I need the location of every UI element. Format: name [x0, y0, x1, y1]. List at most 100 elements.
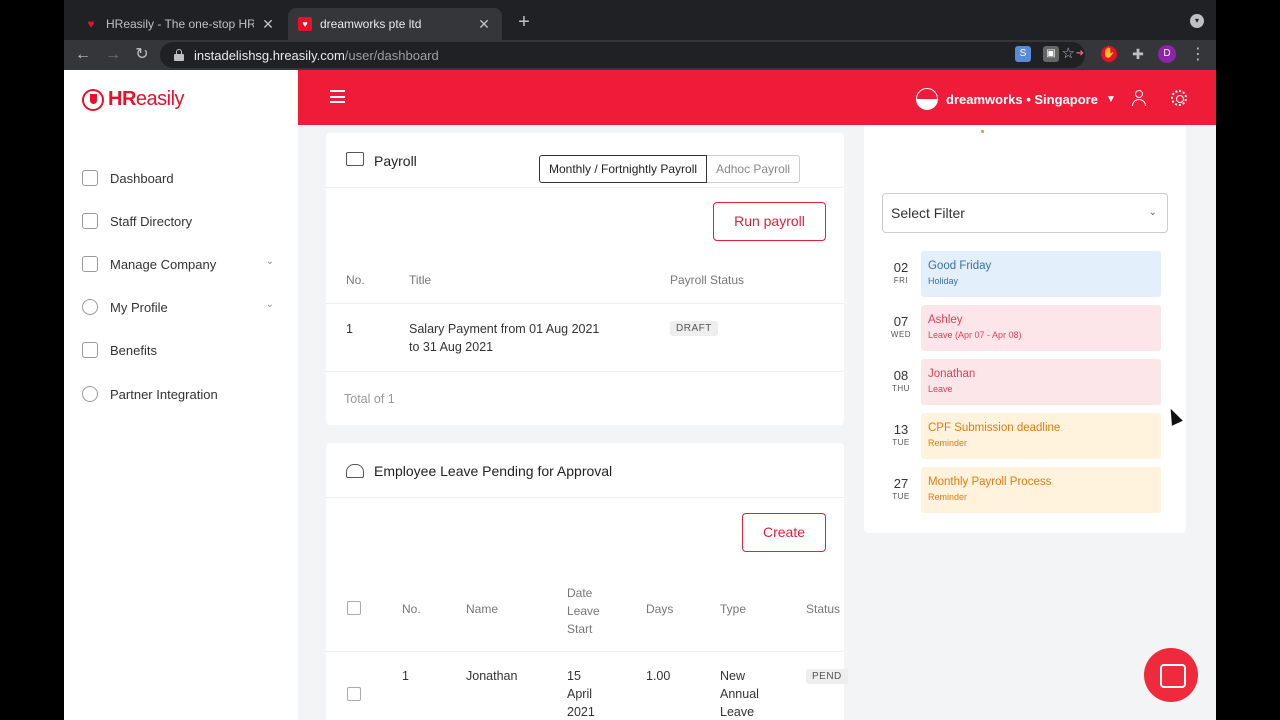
create-leave-button[interactable]: Create — [742, 513, 826, 552]
event-item[interactable]: CPF Submission deadline Reminder — [921, 413, 1161, 459]
column-header-no: No. — [402, 602, 421, 616]
chevron-down-icon: ▼ — [1105, 93, 1116, 105]
sidebar-item-staff-directory[interactable]: Staff Directory — [82, 209, 282, 233]
chat-support-button[interactable] — [1144, 648, 1198, 702]
event-filter-select[interactable]: Select Filter ⌄ — [882, 193, 1168, 233]
row-no: 1 — [346, 322, 353, 336]
hamburger-menu-icon[interactable] — [330, 90, 345, 103]
tab-title: HReasily - The one-stop HR so — [106, 17, 254, 31]
browser-menu-icon[interactable]: ⋮ — [1190, 44, 1206, 66]
sidebar-item-dashboard[interactable]: Dashboard — [82, 166, 282, 190]
address-bar[interactable]: instadelishsg.hreasily.com/user/dashboar… — [160, 42, 1085, 68]
calendar-day[interactable]: 29 — [1052, 125, 1076, 126]
integration-icon — [82, 386, 98, 402]
row-checkbox[interactable] — [347, 687, 361, 701]
tab-monthly-payroll[interactable]: Monthly / Fortnightly Payroll — [539, 155, 708, 183]
column-header-type: Type — [720, 602, 747, 616]
tab-title: dreamworks pte ltd — [320, 17, 422, 31]
run-payroll-button[interactable]: Run payroll — [713, 202, 826, 241]
sidebar-item-benefits[interactable]: Benefits — [82, 338, 282, 362]
new-tab-icon[interactable]: + — [514, 10, 534, 34]
event-item[interactable]: Monthly Payroll Process Reminder — [921, 467, 1161, 513]
sidebar-item-label: Dashboard — [110, 170, 174, 186]
column-header-date-leave-start: Date Leave Start — [567, 586, 600, 636]
hreasily-favicon-icon: ♥ — [87, 17, 95, 31]
logo-icon — [82, 88, 104, 111]
extension-hand-icon[interactable]: ✋ — [1101, 46, 1117, 62]
close-icon[interactable]: ✕ — [260, 16, 276, 33]
sidebar: HReasily Dashboard Staff Directory Manag… — [64, 70, 298, 720]
calendar-day[interactable]: 28 — [1011, 125, 1035, 126]
profile-avatar[interactable]: D — [1158, 45, 1176, 63]
main-content: Payroll Monthly / Fortnightly Payroll Ad… — [298, 125, 1216, 720]
event-date: 07 WED — [890, 314, 912, 339]
extension-arrow-icon[interactable]: ➜ — [1072, 46, 1088, 62]
payroll-card: Payroll Monthly / Fortnightly Payroll Ad… — [326, 133, 844, 425]
reload-icon[interactable]: ↻ — [131, 44, 153, 66]
url-host: instadelishsg.hreasily.com — [194, 47, 345, 63]
status-badge: PEND — [806, 669, 848, 684]
sidebar-item-manage-company[interactable]: Manage Company ⌄ — [82, 252, 282, 276]
browser-tab-hreasily[interactable]: ♥ HReasily - The one-stop HR so ✕ — [74, 8, 286, 40]
payroll-title-link[interactable]: Salary Payment from 01 Aug 2021 to 31 Aug… — [409, 320, 649, 356]
calendar-day[interactable]: 25 — [890, 125, 914, 126]
gear-icon[interactable] — [1171, 90, 1187, 106]
column-header-name: Name — [466, 602, 499, 616]
browser-toolbar: ← → ↻ instadelishsg.hreasily.com/user/da… — [64, 40, 1216, 70]
calendar-day[interactable]: 26 — [930, 125, 954, 126]
logo-text: HReasily — [108, 88, 185, 110]
close-icon[interactable]: ✕ — [476, 16, 492, 33]
tab-adhoc-payroll[interactable]: Adhoc Payroll — [707, 155, 801, 183]
directory-icon — [82, 213, 98, 229]
event-date: 13 TUE — [892, 422, 910, 447]
status-badge: DRAFT — [670, 321, 718, 336]
column-header-days: Days — [646, 602, 674, 616]
payroll-icon — [346, 152, 364, 166]
dashboard-icon — [82, 170, 98, 186]
extension-window-icon[interactable]: ▣ — [1043, 46, 1059, 62]
column-header-status: Status — [806, 602, 841, 616]
building-icon — [82, 256, 98, 272]
logo[interactable]: HReasily — [82, 88, 185, 111]
row-no: 1 — [402, 669, 409, 683]
hreasily-favicon-icon: ♥ — [298, 17, 312, 31]
user-icon[interactable] — [1131, 90, 1147, 106]
payroll-total: Total of 1 — [344, 392, 395, 406]
person-icon — [82, 299, 98, 315]
employee-name: Jonathan — [466, 669, 518, 683]
column-header-no: No. — [346, 273, 365, 287]
calendar-day[interactable]: 27 — [971, 125, 995, 126]
leave-approval-card: Employee Leave Pending for Approval Crea… — [326, 443, 848, 720]
app-header: dreamworks • Singapore ▼ — [298, 70, 1216, 125]
event-date: 02 FRI — [893, 260, 909, 285]
card-title: Employee Leave Pending for Approval — [374, 463, 613, 479]
chevron-down-icon: ⌄ — [265, 299, 274, 310]
company-switcher[interactable]: dreamworks • Singapore ▼ — [916, 88, 1116, 110]
extensions-puzzle-icon[interactable]: ✚ — [1130, 46, 1146, 62]
card-title: Payroll — [374, 153, 417, 169]
event-item[interactable]: Ashley Leave (Apr 07 - Apr 08) — [921, 305, 1161, 351]
select-all-checkbox[interactable] — [347, 601, 361, 615]
sidebar-item-label: Manage Company — [110, 256, 217, 272]
calendar-panel: 25 26 27 28 29 30 Select Filter ⌄ 02FRI … — [864, 125, 1186, 533]
singapore-flag-icon — [916, 88, 938, 110]
back-icon[interactable]: ← — [72, 44, 94, 66]
event-item[interactable]: Good Friday Holiday — [921, 251, 1161, 297]
sidebar-item-label: My Profile — [110, 299, 168, 315]
tab-search-icon[interactable]: ▾ — [1190, 14, 1204, 28]
calendar-day[interactable]: 30 — [1093, 125, 1117, 126]
column-header-title: Title — [409, 273, 432, 287]
event-item[interactable]: Jonathan Leave — [921, 359, 1161, 405]
screen: ♥ HReasily - The one-stop HR so ✕ ♥ drea… — [64, 0, 1216, 720]
browser-tab-dreamworks[interactable]: ♥ dreamworks pte ltd ✕ — [288, 8, 502, 40]
forward-icon[interactable]: → — [102, 44, 124, 66]
sidebar-item-label: Partner Integration — [110, 386, 218, 402]
umbrella-icon — [346, 464, 364, 478]
sidebar-item-partner-integration[interactable]: Partner Integration — [82, 382, 282, 406]
divider — [326, 497, 844, 498]
sidebar-item-label: Staff Directory — [110, 213, 193, 229]
sidebar-item-my-profile[interactable]: My Profile ⌄ — [82, 295, 282, 319]
company-name: dreamworks • Singapore — [946, 91, 1098, 107]
lock-icon — [174, 49, 184, 61]
extension-s-icon[interactable]: S — [1015, 46, 1031, 62]
